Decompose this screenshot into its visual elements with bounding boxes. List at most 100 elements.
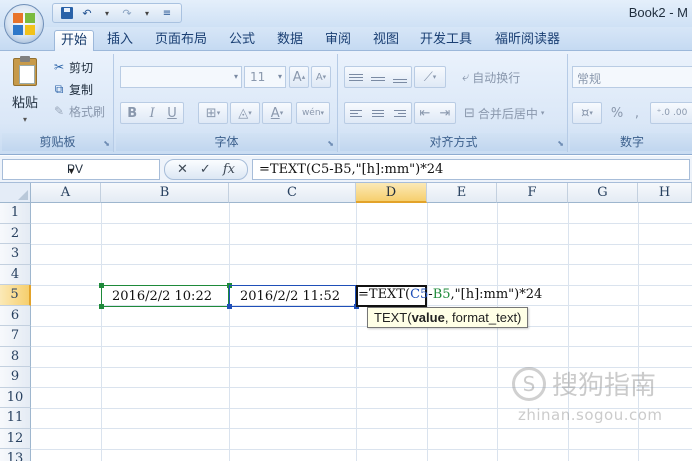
chevron-down-icon[interactable]: ▾ xyxy=(99,5,115,21)
row-header-9[interactable]: 9 xyxy=(0,367,31,388)
tab-formulas[interactable]: 公式 xyxy=(223,30,261,51)
number-format-dropdown[interactable]: 常规 xyxy=(572,66,692,88)
row-header-13[interactable]: 13 xyxy=(0,449,31,461)
row-header-1[interactable]: 1 xyxy=(0,203,31,224)
decrease-decimal-icon[interactable]: .00 xyxy=(673,108,687,118)
increase-decimal-icon[interactable]: ⁺.0 xyxy=(657,108,670,118)
font-group: ▾ 11 ▾ A ▴ A ▾ B I U ⊞ ▾ ◬ ▾ A ▾ wén ▾ 字体 ⬊ xyxy=(116,54,338,152)
cell-d5-editor[interactable]: =TEXT(C5-B5,"[h]:mm")*24 xyxy=(358,287,542,302)
merge-center-button[interactable]: ⊟ 合并后居中 ▾ xyxy=(464,102,564,124)
fill-color-button[interactable]: ◬ ▾ xyxy=(230,102,260,124)
font-size-dropdown[interactable]: 11 ▾ xyxy=(244,66,286,88)
number-format-value: 常规 xyxy=(577,72,602,86)
currency-button[interactable]: ¤ ▾ xyxy=(572,102,602,124)
tab-data[interactable]: 数据 xyxy=(271,30,309,51)
column-header-f[interactable]: F xyxy=(497,183,568,203)
chevron-down-icon[interactable]: ▾ xyxy=(23,115,27,124)
dialog-launcher-icon[interactable]: ⬊ xyxy=(557,139,564,148)
tab-home[interactable]: 开始 xyxy=(54,30,95,51)
italic-button[interactable]: I xyxy=(150,106,155,121)
tab-review[interactable]: 审阅 xyxy=(319,30,357,51)
font-color-button[interactable]: A ▾ xyxy=(262,102,292,124)
tab-insert[interactable]: 插入 xyxy=(101,30,139,51)
cell-b5[interactable]: 2016/2/2 10:22 xyxy=(112,289,212,304)
font-color-icon: A xyxy=(270,105,280,121)
cut-button[interactable]: ✂ 剪切 xyxy=(52,57,93,77)
align-center-icon[interactable] xyxy=(372,109,384,117)
align-bottom-icon[interactable] xyxy=(393,79,407,83)
row-header-10[interactable]: 10 xyxy=(0,387,31,408)
chevron-down-icon: ▾ xyxy=(233,72,238,81)
brush-icon: ✎ xyxy=(53,104,65,118)
row-header-2[interactable]: 2 xyxy=(0,223,31,244)
customize-qat-icon[interactable]: ≡ xyxy=(159,5,175,21)
border-button[interactable]: ⊞ ▾ xyxy=(198,102,228,124)
column-header-d[interactable]: D xyxy=(356,183,427,203)
select-all-button[interactable] xyxy=(0,183,31,203)
row-header-5[interactable]: 5 xyxy=(0,285,31,306)
row-header-12[interactable]: 12 xyxy=(0,428,31,449)
office-button[interactable] xyxy=(4,4,44,44)
decrease-indent-icon[interactable]: ⇤ xyxy=(420,106,431,121)
range-handle[interactable] xyxy=(99,283,104,288)
chevron-down-icon[interactable]: ▾ xyxy=(139,5,155,21)
dialog-launcher-icon[interactable]: ⬊ xyxy=(327,139,334,148)
align-middle-icon[interactable] xyxy=(371,77,385,81)
row-header-7[interactable]: 7 xyxy=(0,326,31,347)
gridline xyxy=(31,346,692,347)
column-header-b[interactable]: B xyxy=(101,183,229,203)
function-tooltip[interactable]: TEXT(value, format_text) xyxy=(367,307,529,328)
undo-icon[interactable]: ↶ xyxy=(79,5,95,21)
row-header-4[interactable]: 4 xyxy=(0,264,31,285)
tab-page-layout[interactable]: 页面布局 xyxy=(149,30,213,51)
enter-icon[interactable]: ✓ xyxy=(200,162,211,177)
format-painter-button[interactable]: ✎ 格式刷 xyxy=(52,101,105,121)
align-right-icon[interactable] xyxy=(394,109,406,117)
tooltip-arg-value: value xyxy=(411,310,445,325)
percent-button[interactable]: % xyxy=(608,102,626,124)
dialog-launcher-icon[interactable]: ⬊ xyxy=(103,139,110,148)
font-name-dropdown[interactable]: ▾ xyxy=(120,66,242,88)
row-header-8[interactable]: 8 xyxy=(0,346,31,367)
formula-input[interactable]: =TEXT(C5-B5,"[h]:mm")*24 xyxy=(252,159,690,180)
column-header-c[interactable]: C xyxy=(229,183,356,203)
increase-indent-icon[interactable]: ⇥ xyxy=(440,106,451,121)
copy-button[interactable]: ⧉ 复制 xyxy=(52,79,93,99)
font-group-label: 字体 xyxy=(116,133,337,151)
comma-style-button[interactable]: , xyxy=(628,102,646,124)
orientation-button[interactable]: ⟋ ▾ xyxy=(414,66,446,88)
cell-c5[interactable]: 2016/2/2 11:52 xyxy=(240,289,340,304)
grow-font-button[interactable]: A ▴ xyxy=(289,66,309,88)
tab-developer[interactable]: 开发工具 xyxy=(414,30,478,51)
phonetic-button[interactable]: wén ▾ xyxy=(296,102,330,124)
wrap-text-button[interactable]: ⤶ 自动换行 xyxy=(462,66,548,88)
chevron-down-icon: ▾ xyxy=(277,72,282,81)
currency-icon: ¤ xyxy=(581,105,590,121)
range-handle[interactable] xyxy=(99,304,104,309)
save-icon[interactable] xyxy=(59,5,75,21)
underline-button[interactable]: U xyxy=(167,106,177,121)
cancel-icon[interactable]: ✕ xyxy=(177,162,188,177)
bold-button[interactable]: B xyxy=(127,106,137,121)
column-header-g[interactable]: G xyxy=(568,183,638,203)
number-group: 常规 ¤ ▾ % , ⁺.0 .00 数字 xyxy=(570,54,692,152)
shrink-font-button[interactable]: A ▾ xyxy=(311,66,331,88)
chevron-down-icon[interactable]: ▼ xyxy=(67,166,156,176)
tab-view[interactable]: 视图 xyxy=(367,30,405,51)
column-header-h[interactable]: H xyxy=(638,183,692,203)
range-handle[interactable] xyxy=(227,304,232,309)
redo-icon[interactable]: ↷ xyxy=(119,5,135,21)
insert-function-icon[interactable]: fx xyxy=(223,162,235,177)
align-top-icon[interactable] xyxy=(349,73,363,81)
name-box[interactable]: PV ▼ xyxy=(2,159,160,180)
paste-button[interactable]: 粘贴 ▾ xyxy=(8,56,42,128)
gridline xyxy=(31,264,692,265)
align-left-icon[interactable] xyxy=(350,109,362,117)
column-header-a[interactable]: A xyxy=(31,183,101,203)
column-header-e[interactable]: E xyxy=(427,183,497,203)
phonetic-icon: wén xyxy=(301,108,321,118)
row-header-6[interactable]: 6 xyxy=(0,305,31,326)
tab-foxit-reader[interactable]: 福昕阅读器 xyxy=(489,30,566,51)
row-header-11[interactable]: 11 xyxy=(0,408,31,429)
row-header-3[interactable]: 3 xyxy=(0,244,31,265)
